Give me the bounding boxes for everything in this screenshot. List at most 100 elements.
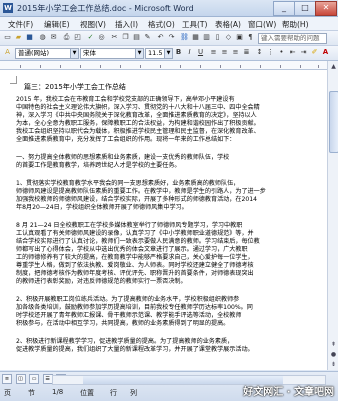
menu-bar: 文件(F) 编辑(E) 视图(V) 插入(I) 格式(O) 工具(T) 表格(A… [0, 17, 338, 31]
redo-icon[interactable]: ↷ [167, 33, 176, 42]
open-folder-icon[interactable]: ▰ [14, 33, 23, 42]
menu-table[interactable]: 表格(A) [215, 19, 241, 30]
formatting-toolbar: A 普通(网站) ▼ 宋体 ▼ 11.5 ▼ B I U ≡ ≡ ≡ ≣ ↕ ⋮… [0, 46, 338, 61]
line-spacing-icon[interactable]: ↕ [255, 48, 264, 57]
hyperlink-icon[interactable]: ⛓ [180, 33, 189, 42]
increase-indent-icon[interactable]: ⇥ [299, 48, 308, 57]
document-line: 师都写出了心得体会，学校从中选出优秀的体会文章进行了展示。通过学习，广大教职 [16, 246, 248, 253]
document-line: 8 月 21—24 日全校教职工在学校多媒体教室举行了师德师风专题学习，学习中教… [16, 222, 243, 229]
word-app-icon[interactable]: W [3, 3, 13, 13]
window-title: 2015年小学工会工作总结.doc - Microsoft Word [17, 4, 194, 13]
permission-icon[interactable]: ◍ [38, 33, 47, 42]
menu-insert[interactable]: 插入(I) [115, 19, 138, 30]
menu-tools[interactable]: 工具(T) [182, 19, 207, 30]
justify-icon[interactable]: ≣ [242, 48, 251, 57]
web-layout-icon[interactable]: ◫ [15, 374, 26, 384]
document-line: 2、积极进行新课程教学学习，促进教学质量的提高。为了提高教师的业务素质， [16, 338, 234, 345]
document-line: 加强我校教师的师德师风建设，结合学校实际，开展了多种形式的师德教育活动，在201… [16, 196, 257, 203]
previous-page-icon[interactable]: ⇞ [329, 340, 338, 349]
document-line: 工的师德修养有了较大的提高，在教育教学中能够严格要求自己，关心爱护每一位学生， [16, 254, 254, 261]
menu-window[interactable]: 窗口(W) [248, 19, 276, 30]
chevron-down-icon[interactable]: ▼ [135, 49, 143, 58]
document-line: 一、努力提高全体教师的思想素质和业务素质，建设一支优秀的教师队伍，学校 [16, 154, 230, 161]
numbering-icon[interactable]: ⋮ [266, 48, 275, 57]
font-color-icon[interactable]: A [321, 48, 330, 57]
document-line: 1、贯彻落实学校教育教学水平我会的同一支思想素质好，业务素质高的教师队伍， [16, 180, 240, 187]
standard-toolbar: ▭ ▰ ■ ◍ ✉ ⎙ ◰ ✓ ◎ ✂ ❐ ▤ ✎ ↶ ↷ ⛓ ▦ ▥ ▯ ◇ … [0, 31, 338, 46]
document-line: 尊重学生人格，做到了依法执教、爱岗敬业、为人师表。同时学校还建立健全了师德考核 [16, 262, 254, 269]
columns-icon[interactable]: ▯ [213, 33, 222, 42]
document-line: 我校工会组织坚持以职代会为载体，积极推进学校民主管理和民主监督，在深化教育改革、 [16, 128, 260, 135]
status-page-count: 1/8 [52, 388, 64, 396]
show-hide-icon[interactable]: ¶ [246, 33, 255, 42]
horizontal-ruler[interactable] [0, 61, 338, 70]
chevron-down-icon[interactable]: ▼ [164, 49, 172, 58]
decrease-indent-icon[interactable]: ⇤ [288, 48, 297, 57]
styles-formatting-icon[interactable]: A [3, 48, 12, 57]
normal-view-icon[interactable]: ≡ [2, 374, 12, 384]
insert-table-icon[interactable]: ▥ [202, 33, 211, 42]
bold-icon[interactable]: B [174, 48, 183, 57]
align-left-icon[interactable]: ≡ [209, 48, 218, 57]
document-line: 师德师风建设是提高教师队伍素质的重要工作。在教学中，教师是学生的引路人，为了进一… [16, 188, 266, 195]
research-icon[interactable]: ◎ [97, 33, 106, 42]
maximize-button[interactable]: □ [294, 1, 316, 16]
print-icon[interactable]: ⎙ [62, 33, 71, 42]
menu-format[interactable]: 格式(O) [148, 19, 175, 30]
drawing-icon[interactable]: ◇ [224, 33, 233, 42]
align-right-icon[interactable]: ≡ [231, 48, 240, 57]
underline-icon[interactable]: U [196, 48, 205, 57]
format-painter-icon[interactable]: ✎ [143, 33, 152, 42]
document-line: 的教师进行表彰奖励，对违反师德规范的教师实行一票否决制。 [16, 278, 187, 285]
font-size-select[interactable]: 11.5 ▼ [145, 48, 173, 59]
bullets-icon[interactable]: • [277, 48, 286, 57]
document-line: 时学校还开展了青年教师汇报课、骨干教师示范课、教学能手评选等活动，全校教师 [16, 312, 242, 319]
document-line: 工认真观看了有关师德师风建设的录像，认真学习了《中小学教师职业道德规范》等，并 [16, 230, 254, 237]
new-document-icon[interactable]: ▭ [3, 33, 12, 42]
document-line: 加各级各类培训，鼓励教师参加学历提高培训，目前我校专任教师学历达标率100%。同 [16, 304, 253, 311]
paste-icon[interactable]: ▤ [132, 33, 141, 42]
tables-borders-icon[interactable]: ▦ [191, 33, 200, 42]
help-search-input[interactable]: 键入需要帮助的问题 [258, 33, 327, 44]
document-area[interactable]: 篇三：2015年小学工会工作总结 2015 年，我校工会在市教育工会和学校党支部… [0, 70, 327, 370]
save-icon[interactable]: ■ [25, 33, 34, 42]
italic-icon[interactable]: I [185, 48, 194, 57]
document-heading: 篇三：2015年小学工会工作总结 [24, 83, 126, 91]
cut-icon[interactable]: ✂ [110, 33, 119, 42]
document-map-icon[interactable]: ▣ [235, 33, 244, 42]
align-center-icon[interactable]: ≡ [220, 48, 229, 57]
scrollbar-thumb[interactable] [329, 91, 338, 153]
minimize-button[interactable]: _ [273, 1, 295, 16]
font-size-value: 11.5 [148, 49, 163, 57]
document-line: 全面推进素质教育中，充分发挥了工会组织的作用。现将一年来的工作总结如下： [16, 136, 236, 143]
menu-edit[interactable]: 编辑(E) [44, 19, 70, 30]
select-browse-object-icon[interactable]: ● [329, 350, 338, 359]
copy-icon[interactable]: ❐ [121, 33, 130, 42]
chevron-down-icon[interactable]: ▼ [70, 49, 78, 58]
highlight-icon[interactable]: ✐ [310, 48, 319, 57]
menu-file[interactable]: 文件(F) [8, 19, 33, 30]
spelling-icon[interactable]: ✓ [86, 33, 95, 42]
print-preview-icon[interactable]: ◰ [73, 33, 82, 42]
status-bar: ≡ ◫ ▭ ☰ ▯ 页 节 1/8 位置 行 列 好文网汇 · 文章吧网 [0, 371, 338, 401]
status-section-label: 节 [28, 389, 35, 397]
next-page-icon[interactable]: ⇟ [329, 360, 338, 369]
email-icon[interactable]: ✉ [49, 33, 58, 42]
menu-help[interactable]: 帮助(H) [282, 19, 309, 30]
document-line: 2015 年，我校工会在市教育工会和学校党支部的正确领导下，高举邓小平建设有 [16, 96, 235, 103]
vertical-scrollbar[interactable]: ▲ ⇞ ● ⇟ [327, 61, 338, 370]
scroll-up-icon[interactable]: ▲ [329, 62, 338, 71]
document-line: 积极参与，在活动中相互学习，共同提高，教师的业务素质得到了明显的提高。 [16, 320, 230, 327]
document-page[interactable]: 篇三：2015年小学工会工作总结 2015 年，我校工会在市教育工会和学校党支部… [6, 70, 326, 370]
style-select[interactable]: 普通(网站) ▼ [15, 48, 79, 59]
style-value: 普通(网站) [18, 49, 50, 57]
document-line: 为本，全心全意为教职工服务，保障教职工的合法权益，为构建和谐校园作出了积极贡献。 [16, 120, 260, 127]
close-button[interactable]: ✕ [315, 1, 337, 16]
document-line: 2、积极开展教职工岗位练兵活动。为了提高教师的业务水平，学校积极组织教师参 [16, 296, 240, 303]
status-line: 行 [110, 389, 117, 397]
font-select[interactable]: 宋体 ▼ [80, 48, 144, 59]
menu-view[interactable]: 视图(V) [80, 19, 106, 30]
print-layout-icon[interactable]: ▭ [29, 374, 40, 384]
document-line: 的首要工作是教育教学，培养跨世纪人才是学校的主要任务。 [16, 162, 181, 169]
undo-icon[interactable]: ↶ [156, 33, 165, 42]
